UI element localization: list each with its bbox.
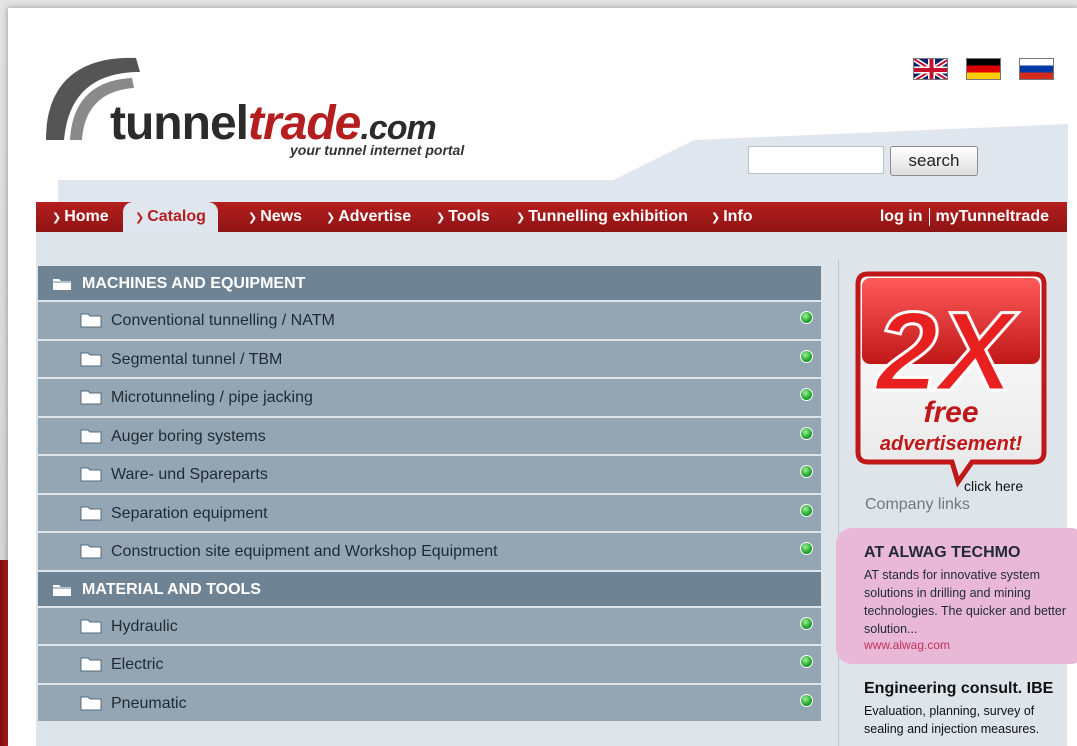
site-logo[interactable]: tunneltrade.com your tunnel internet por… — [40, 52, 560, 162]
left-edge-decoration — [0, 560, 8, 746]
folder-icon — [80, 389, 102, 405]
catalog-item-label: Auger boring systems — [111, 427, 266, 445]
catalog-item[interactable]: Construction site equipment and Workshop… — [38, 533, 821, 572]
sidebar-divider — [838, 260, 839, 746]
nav-advertise-label: Advertise — [338, 208, 412, 225]
search-button[interactable]: search — [890, 146, 978, 176]
chevron-right-icon: ❯ — [135, 212, 145, 224]
nav-divider — [928, 207, 930, 226]
open-folder-icon — [52, 583, 72, 597]
russian-flag-icon[interactable] — [1019, 58, 1054, 80]
catalog-item-label: Conventional tunnelling / NATM — [111, 312, 335, 329]
status-dot-icon — [800, 349, 813, 363]
status-dot-icon — [800, 693, 813, 707]
section-title-material: MATERIAL AND TOOLS — [82, 580, 261, 598]
status-dot-icon — [800, 503, 813, 517]
chevron-right-icon: ❯ — [711, 212, 721, 224]
company-name[interactable]: Engineering consult. IBE — [864, 680, 1053, 698]
catalog-item[interactable]: Electric — [38, 646, 821, 685]
folder-icon — [80, 656, 102, 672]
folder-icon — [80, 351, 102, 367]
folder-icon — [80, 428, 102, 444]
nav-news[interactable]: ❯ News — [248, 202, 302, 232]
status-dot-icon — [800, 311, 813, 324]
status-dot-icon — [800, 655, 813, 668]
chevron-right-icon: ❯ — [248, 212, 258, 224]
chevron-right-icon: ❯ — [516, 212, 526, 224]
status-dot-icon — [800, 426, 813, 440]
folder-icon — [80, 695, 102, 711]
account-links: log in myTunneltrade — [880, 202, 1049, 232]
catalog-list: MACHINES AND EQUIPMENT Conventional tunn… — [38, 266, 821, 723]
german-flag-icon[interactable] — [966, 58, 1001, 80]
catalog-section-header[interactable]: MATERIAL AND TOOLS — [38, 571, 821, 608]
nav-exhibition-label: Tunnelling exhibition — [528, 208, 688, 225]
company-links-heading: Company links — [865, 496, 970, 513]
company-description: AT stands for innovative system solution… — [864, 568, 1066, 636]
folder-icon — [80, 505, 102, 521]
chevron-right-icon: ❯ — [326, 212, 336, 224]
catalog-item[interactable]: Separation equipment — [38, 494, 821, 533]
nav-home[interactable]: ❯ Home — [52, 202, 109, 232]
catalog-item[interactable]: Auger boring systems — [38, 417, 821, 456]
catalog-item-label: Hydraulic — [111, 617, 178, 635]
catalog-item[interactable]: Pneumatic — [38, 684, 821, 723]
folder-icon — [80, 466, 102, 482]
nav-info-label: Info — [723, 208, 753, 225]
login-link[interactable]: log in — [880, 208, 923, 225]
nav-catalog-label: Catalog — [147, 208, 206, 225]
nav-advertise[interactable]: ❯ Advertise — [326, 202, 411, 232]
nav-home-label: Home — [64, 208, 109, 225]
catalog-item[interactable]: Conventional tunnelling / NATM — [38, 302, 821, 341]
nav-catalog[interactable]: ❯ Catalog — [123, 202, 218, 232]
logo-part-tunnel: tunnel — [110, 97, 249, 150]
catalog-item-label: Electric — [111, 656, 164, 673]
page: tunneltrade.com your tunnel internet por… — [8, 8, 1077, 746]
company-description: Evaluation, planning, survey of sealing … — [864, 704, 1040, 736]
main-nav: ❯ Home ❯ Catalog ❯ News ❯ Advertise ❯ Tools ❯… — [36, 202, 1067, 232]
company-name[interactable]: AT ALWAG TECHMO — [864, 544, 1020, 562]
catalog-item[interactable]: Ware- und Spareparts — [38, 456, 821, 495]
nav-tools-label: Tools — [448, 208, 490, 225]
catalog-item-label: Microtunneling / pipe jacking — [111, 389, 313, 406]
free-advertisement-promo[interactable]: 2X free advertisement! — [854, 270, 1059, 495]
status-dot-icon — [800, 465, 813, 478]
company-url-link[interactable]: www.alwag.com — [864, 638, 950, 652]
promo-line2: advertisement! — [880, 433, 1023, 455]
folder-icon — [80, 312, 102, 328]
header: tunneltrade.com your tunnel internet por… — [8, 8, 1077, 204]
catalog-item[interactable]: Microtunneling / pipe jacking — [38, 379, 821, 418]
open-folder-icon — [52, 277, 72, 291]
promo-line1: free — [923, 396, 978, 429]
catalog-item[interactable]: Hydraulic — [38, 607, 821, 646]
language-switcher — [913, 58, 1054, 80]
logo-tagline: your tunnel internet portal — [290, 142, 465, 158]
nav-tools[interactable]: ❯ Tools — [436, 202, 490, 232]
nav-info[interactable]: ❯ Info — [711, 202, 753, 232]
content-area: MACHINES AND EQUIPMENT Conventional tunn… — [36, 232, 1077, 746]
chevron-right-icon: ❯ — [436, 212, 446, 224]
catalog-item-label: Construction site equipment and Workshop… — [111, 543, 498, 560]
catalog-section-header[interactable]: MACHINES AND EQUIPMENT — [38, 266, 821, 302]
nav-news-label: News — [260, 208, 303, 225]
promo-click-here-link[interactable]: click here — [964, 478, 1023, 494]
catalog-item[interactable]: Segmental tunnel / TBM — [38, 340, 821, 379]
status-dot-icon — [800, 388, 813, 401]
folder-icon — [80, 543, 102, 559]
catalog-item-label: Pneumatic — [111, 694, 187, 712]
search-input[interactable] — [748, 146, 884, 174]
nav-tunnelling-exhibition[interactable]: ❯ Tunnelling exhibition — [516, 202, 688, 232]
catalog-item-label: Ware- und Spareparts — [111, 466, 268, 483]
section-title-machines: MACHINES AND EQUIPMENT — [82, 275, 306, 292]
chevron-right-icon: ❯ — [52, 212, 62, 224]
my-tunneltrade-link[interactable]: myTunneltrade — [936, 208, 1050, 225]
status-dot-icon — [800, 542, 813, 555]
catalog-item-label: Separation equipment — [111, 504, 268, 522]
catalog-item-label: Segmental tunnel / TBM — [111, 350, 283, 368]
folder-icon — [80, 618, 102, 634]
status-dot-icon — [800, 616, 813, 630]
english-flag-icon[interactable] — [913, 58, 948, 80]
